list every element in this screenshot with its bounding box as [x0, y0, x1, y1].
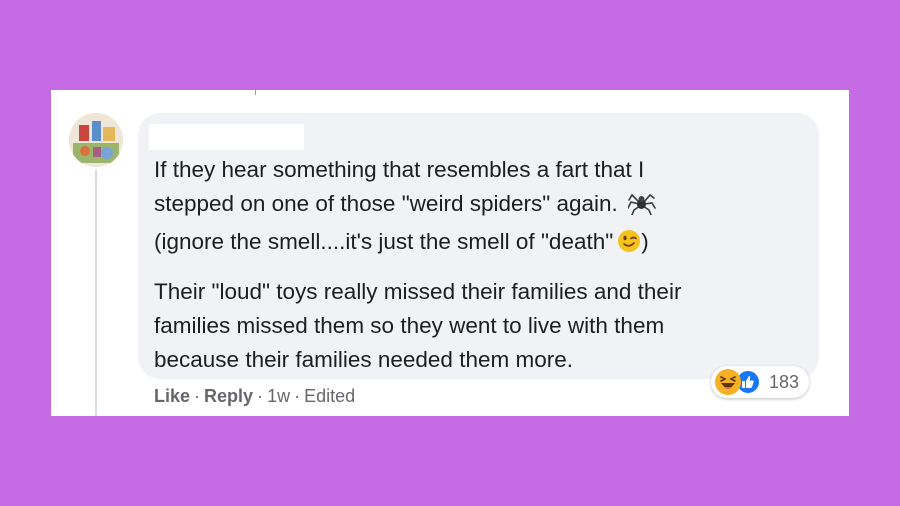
- comment-line: families missed them so they went to liv…: [154, 313, 665, 338]
- author-name-redacted[interactable]: [149, 124, 304, 150]
- comment-line: because their families needed them more.: [154, 347, 573, 372]
- edited-label[interactable]: Edited: [304, 386, 355, 406]
- comment-actions: Like · Reply · 1w · Edited: [154, 386, 355, 407]
- comment-card: If they hear something that resembles a …: [51, 90, 849, 416]
- thread-connector: [255, 90, 256, 95]
- comment-line: Their "loud" toys really missed their fa…: [154, 279, 682, 304]
- reply-link[interactable]: Reply: [204, 386, 253, 406]
- comment-text: If they hear something that resembles a …: [154, 153, 804, 377]
- separator-dot: ·: [257, 386, 264, 406]
- thread-line: [95, 170, 97, 416]
- separator-dot: ·: [194, 386, 201, 406]
- comment-line: stepped on one of those "weird spiders" …: [154, 191, 618, 216]
- avatar-image: [69, 113, 123, 167]
- comment-age[interactable]: 1w: [267, 386, 290, 406]
- comment-line: If they hear something that resembles a …: [154, 157, 645, 182]
- reaction-count: 183: [769, 371, 800, 392]
- reactions-summary[interactable]: 183: [711, 366, 810, 398]
- comment-bubble: If they hear something that resembles a …: [138, 113, 819, 379]
- spider-icon: [627, 191, 656, 225]
- comment-line: (ignore the smell....it's just the smell…: [154, 229, 614, 254]
- avatar[interactable]: [69, 113, 123, 167]
- haha-icon: [715, 369, 741, 395]
- comment-paragraph: If they hear something that resembles a …: [154, 153, 804, 263]
- like-link[interactable]: Like: [154, 386, 190, 406]
- winking-face-icon: [617, 229, 641, 263]
- separator-dot: ·: [294, 386, 301, 406]
- comment-paragraph: Their "loud" toys really missed their fa…: [154, 275, 804, 377]
- comment-line-end: ): [641, 229, 649, 254]
